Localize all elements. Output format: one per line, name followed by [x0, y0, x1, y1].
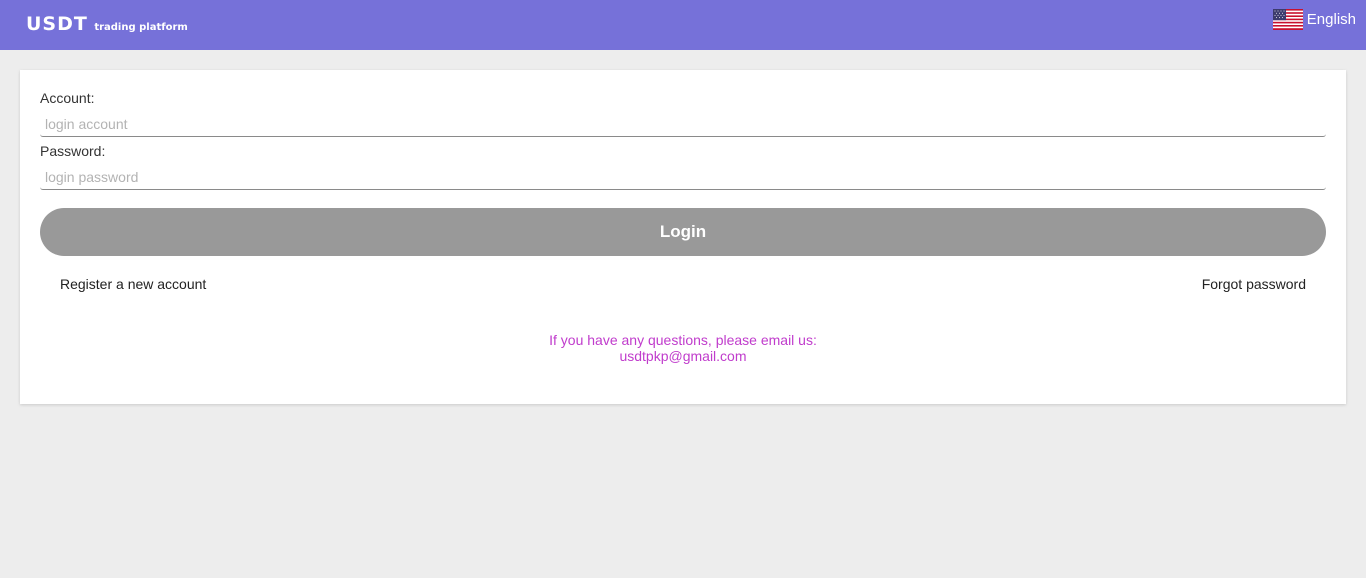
login-button[interactable]: Login	[40, 208, 1326, 256]
language-label: English	[1306, 11, 1356, 28]
account-label: Account:	[40, 90, 95, 106]
password-input[interactable]	[40, 164, 1326, 190]
logo-main-text: USDT	[26, 13, 88, 35]
forgot-password-link[interactable]: Forgot password	[1202, 276, 1306, 292]
top-nav-bar: USDT trading platform English	[0, 0, 1366, 50]
site-logo[interactable]: USDT trading platform	[26, 13, 188, 35]
account-input[interactable]	[40, 111, 1326, 137]
us-flag-icon	[1272, 9, 1303, 30]
language-selector[interactable]: English	[1272, 9, 1356, 30]
contact-message: If you have any questions, please email …	[549, 332, 817, 348]
contact-info: If you have any questions, please email …	[20, 332, 1346, 364]
login-card: Account: Password: Login Register a new …	[20, 70, 1346, 404]
register-link[interactable]: Register a new account	[60, 276, 206, 292]
password-label: Password:	[40, 143, 106, 159]
logo-sub-text: trading platform	[94, 22, 188, 33]
contact-email[interactable]: usdtpkp@gmail.com	[20, 348, 1346, 364]
